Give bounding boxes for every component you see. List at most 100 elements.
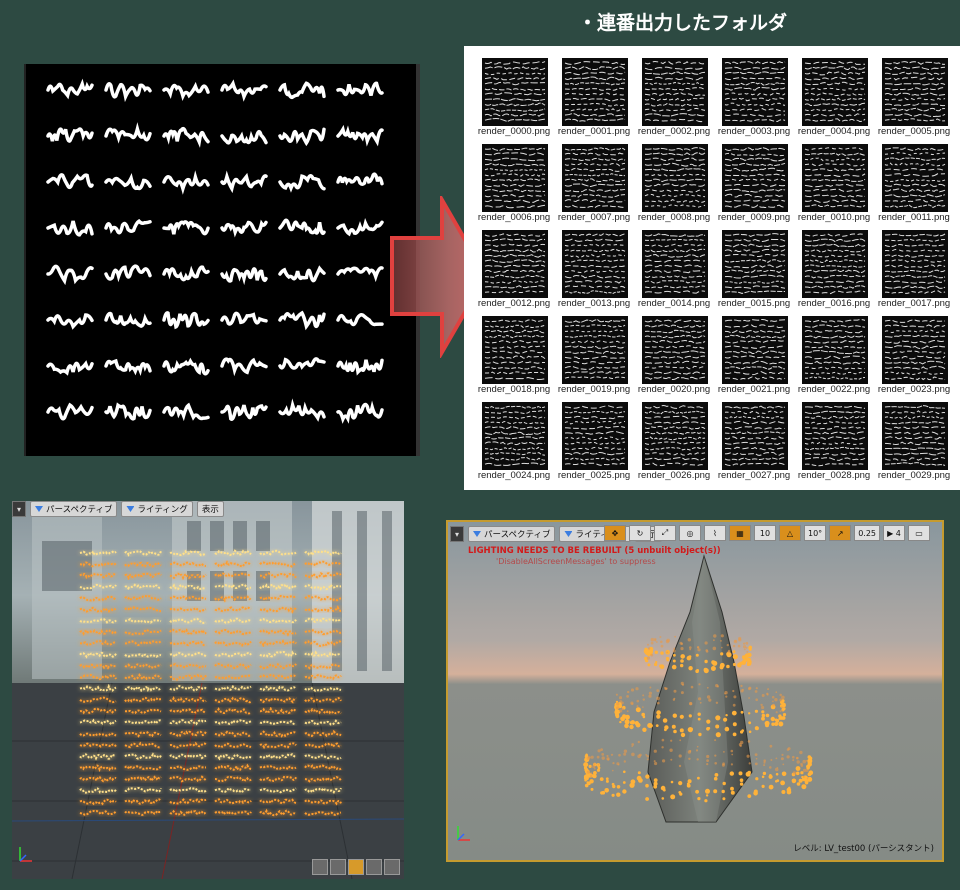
transform-toolbar: ✥ ↻ ⤢ ◎ ⌇ ▦ 10 △ 10° ↗ 0.25 ▶ 4 ▭ [604,525,930,541]
file-item[interactable]: render_0020.png [634,312,714,398]
file-item[interactable]: render_0004.png [794,54,874,140]
file-thumbnail [562,402,628,470]
scale-snap-icon[interactable]: ↗ [829,525,852,541]
show-button[interactable]: 表示 [196,501,224,517]
file-item[interactable]: render_0017.png [874,226,954,312]
rotate-mode-icon[interactable]: ↻ [629,525,651,541]
scale-mode-icon[interactable]: ⤢ [654,525,676,541]
file-item[interactable]: render_0028.png [794,398,874,484]
file-thumbnail [642,316,708,384]
file-item[interactable]: render_0009.png [714,140,794,226]
viewport-perspective[interactable]: ▾ パースペクティブ ライティング 表示 ✥ ↻ ⤢ ◎ ⌇ ▦ 10 △ 10… [446,520,944,862]
file-name: render_0018.png [477,384,551,395]
file-item[interactable]: render_0021.png [714,312,794,398]
file-thumbnail [642,402,708,470]
file-thumbnail [482,230,548,298]
grid-snap-icon[interactable]: ▦ [729,525,751,541]
section-title: ・連番出力したフォルダ [578,12,788,34]
file-name: render_0024.png [477,470,551,481]
world-local-icon[interactable]: ◎ [679,525,701,541]
file-item[interactable]: render_0016.png [794,226,874,312]
grid-snap-value[interactable]: 10 [754,525,776,541]
file-item[interactable]: render_0029.png [874,398,954,484]
file-name: render_0017.png [877,298,951,309]
file-name: render_0000.png [477,126,551,137]
maximize-icon[interactable]: ▭ [908,525,930,541]
file-name: render_0027.png [717,470,791,481]
lighting-warning: LIGHTING NEEDS TO BE REBUILT (5 unbuilt … [468,546,721,556]
file-name: render_0002.png [637,126,711,137]
file-thumbnail [802,230,868,298]
perspective-icon [35,506,43,512]
viewport-front[interactable]: ▾ パースペクティブ ライティング 表示 [12,501,404,879]
fullscreen-icon[interactable] [384,859,400,875]
file-thumbnail [482,402,548,470]
file-name: render_0005.png [877,126,951,137]
rotation-snap-value[interactable]: 10° [804,525,827,541]
file-name: render_0009.png [717,212,791,223]
file-item[interactable]: render_0025.png [554,398,634,484]
layers-icon[interactable] [348,859,364,875]
file-item[interactable]: render_0013.png [554,226,634,312]
scene-3d [457,554,814,841]
lighting-icon [564,531,573,537]
viewport-menu-button[interactable]: ▾ [12,501,26,517]
file-item[interactable]: render_0012.png [474,226,554,312]
viewport-bottom-controls [312,859,400,875]
camera-speed-button[interactable]: ▶ 4 [883,525,905,541]
file-item[interactable]: render_0011.png [874,140,954,226]
lighting-button[interactable]: ライティング [121,501,193,517]
file-thumbnail [882,402,948,470]
file-item[interactable]: render_0019.png [554,312,634,398]
file-thumbnail [562,58,628,126]
scale-snap-value[interactable]: 0.25 [854,525,880,541]
file-item[interactable]: render_0027.png [714,398,794,484]
file-name: render_0004.png [797,126,871,137]
file-item[interactable]: render_0010.png [794,140,874,226]
file-item[interactable]: render_0018.png [474,312,554,398]
viewport-menu-button[interactable]: ▾ [450,526,464,542]
file-item[interactable]: render_0014.png [634,226,714,312]
file-name: render_0026.png [637,470,711,481]
file-name: render_0001.png [557,126,631,137]
grid-icon[interactable] [312,859,328,875]
surface-snap-icon[interactable]: ⌇ [704,525,726,541]
file-item[interactable]: render_0024.png [474,398,554,484]
file-thumbnail [482,316,548,384]
file-item[interactable]: render_0005.png [874,54,954,140]
file-item[interactable]: render_0003.png [714,54,794,140]
file-thumbnail [882,144,948,212]
file-name: render_0023.png [877,384,951,395]
file-item[interactable]: render_0000.png [474,54,554,140]
camera-speed-value: 4 [895,528,901,538]
file-name: render_0019.png [557,384,631,395]
file-thumbnail [802,316,868,384]
file-item[interactable]: render_0023.png [874,312,954,398]
file-item[interactable]: render_0015.png [714,226,794,312]
file-thumbnail [562,230,628,298]
file-thumbnail [882,316,948,384]
file-item[interactable]: render_0002.png [634,54,714,140]
perspective-button[interactable]: パースペクティブ [30,501,118,517]
perspective-icon [473,531,481,537]
perspective-label: パースペクティブ [46,505,113,515]
file-name: render_0012.png [477,298,551,309]
file-item[interactable]: render_0026.png [634,398,714,484]
viewport-toolbar: ▾ パースペクティブ ライティング 表示 [12,501,224,517]
file-item[interactable]: render_0001.png [554,54,634,140]
perspective-button[interactable]: パースペクティブ [468,526,556,542]
file-item[interactable]: render_0008.png [634,140,714,226]
file-thumbnail [802,402,868,470]
file-thumbnail [722,402,788,470]
rotation-snap-icon[interactable]: △ [779,525,801,541]
file-item[interactable]: render_0006.png [474,140,554,226]
file-item[interactable]: render_0007.png [554,140,634,226]
particle-text-effect [79,548,342,817]
sphere-icon[interactable] [330,859,346,875]
file-thumbnail [802,58,868,126]
file-name: render_0006.png [477,212,551,223]
camera-icon[interactable] [366,859,382,875]
file-name: render_0010.png [797,212,871,223]
select-mode-icon[interactable]: ✥ [604,525,626,541]
file-item[interactable]: render_0022.png [794,312,874,398]
